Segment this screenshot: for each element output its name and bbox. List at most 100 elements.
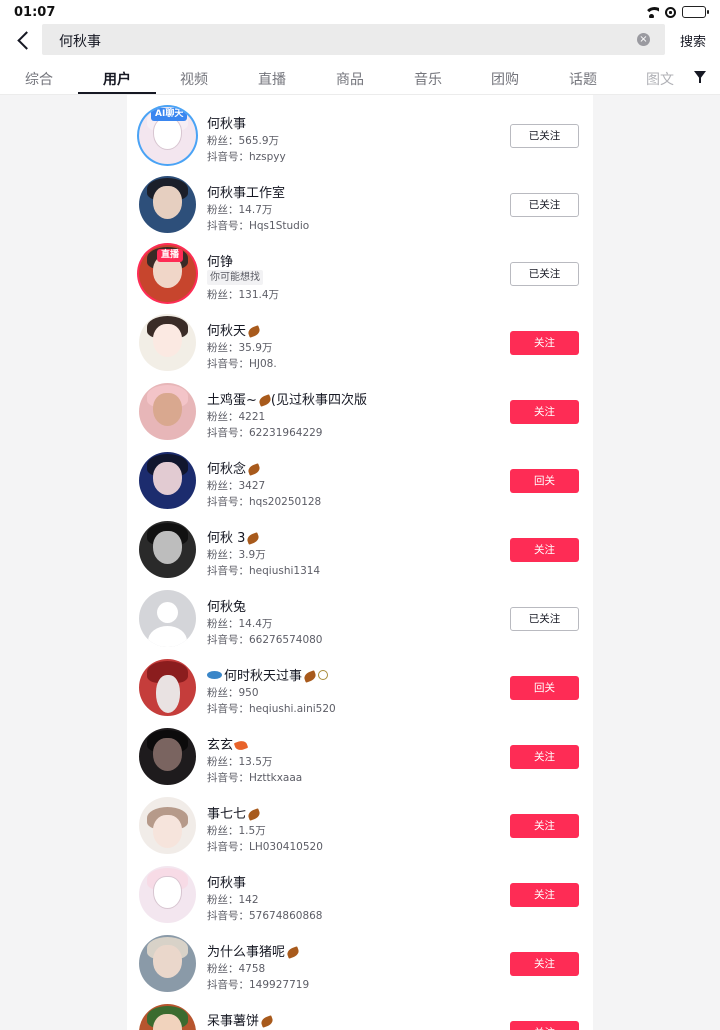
status-icons [644, 6, 709, 18]
douyin-id: 抖音号：66276574080 [207, 634, 323, 646]
avatar[interactable] [139, 935, 196, 992]
user-name: 何铮 [207, 255, 234, 270]
following-button[interactable]: 已关注 [510, 262, 579, 286]
autumn-leaf-icon [246, 325, 262, 338]
clock: 01:07 [14, 5, 56, 20]
autumn-leaf-icon [285, 946, 301, 959]
tab-bar: 综合 用户 视频 直播 商品 音乐 团购 话题 图文 [0, 58, 720, 94]
ai-chat-badge: AI聊天 [151, 108, 188, 121]
user-row[interactable]: 事七七 粉丝：1.5万 抖音号：LH030410520 关注 [127, 789, 593, 858]
follow-back-button[interactable]: 回关 [510, 469, 579, 493]
tab-live[interactable]: 直播 [258, 69, 286, 89]
follower-count: 粉丝：131.4万 [207, 289, 280, 301]
tab-posts[interactable]: 图文 [646, 69, 674, 89]
douyin-id: 抖音号：hqs20250128 [207, 496, 322, 508]
avatar[interactable] [139, 1004, 196, 1030]
user-row[interactable]: 土鸡蛋~ (见过秋事四次版 粉丝：4221 抖音号：62231964229 关注 [127, 375, 593, 444]
follower-count: 粉丝：3427 [207, 480, 266, 492]
user-row[interactable]: 何秋天 粉丝：35.9万 抖音号：HJ08. 关注 [127, 306, 593, 375]
clear-icon[interactable]: × [637, 33, 650, 46]
avatar[interactable]: 直播 [139, 245, 196, 302]
user-name: 事七七 [207, 803, 262, 822]
follow-button[interactable]: 关注 [510, 952, 579, 976]
suggestion-tag: 你可能想找 [207, 270, 263, 285]
follow-back-button[interactable]: 回关 [510, 676, 579, 700]
follower-count: 粉丝：14.7万 [207, 204, 273, 216]
top-bar: 01:07 何秋事 × 搜索 综合 用户 视频 直播 商品 音乐 团购 话题 图… [0, 0, 720, 95]
user-row[interactable]: 何秋事工作室 粉丝：14.7万 抖音号：Hqs1Studio 已关注 [127, 168, 593, 237]
avatar[interactable] [139, 176, 196, 233]
douyin-id: 抖音号：LH030410520 [207, 841, 323, 853]
default-avatar-icon [157, 602, 178, 623]
user-row[interactable]: 直播 何铮 你可能想找 粉丝：131.4万 已关注 [127, 237, 593, 306]
follow-button[interactable]: 关注 [510, 745, 579, 769]
follower-count: 粉丝：13.5万 [207, 756, 273, 768]
user-name: 何秋念 [207, 458, 262, 477]
user-row[interactable]: 何秋事 粉丝：142 抖音号：57674860868 关注 [127, 858, 593, 927]
user-row[interactable]: 呆事薯饼 关注 [127, 996, 593, 1030]
avatar[interactable]: AI聊天 [139, 107, 196, 164]
user-name: 土鸡蛋~ (见过秋事四次版 [207, 393, 367, 408]
tab-music[interactable]: 音乐 [414, 69, 442, 89]
user-row[interactable]: 何时秋天过事 粉丝：950 抖音号：heqiushi.aini520 回关 [127, 651, 593, 720]
search-button[interactable]: 搜索 [680, 31, 706, 50]
avatar[interactable] [139, 590, 196, 647]
douyin-id: 抖音号：149927719 [207, 979, 310, 991]
search-query: 何秋事 [59, 34, 101, 50]
avatar[interactable] [139, 521, 196, 578]
follow-button[interactable]: 关注 [510, 331, 579, 355]
battery-icon [682, 6, 709, 18]
user-name: 呆事薯饼 [207, 1010, 275, 1029]
user-name: 玄玄 [207, 734, 249, 753]
search-row: 何秋事 × 搜索 [0, 24, 720, 56]
filter-icon[interactable] [694, 71, 706, 83]
follow-button[interactable]: 关注 [510, 1021, 579, 1030]
live-badge: 直播 [157, 249, 184, 262]
avatar[interactable] [139, 659, 196, 716]
follower-count: 粉丝：4221 [207, 411, 266, 423]
follow-button[interactable]: 关注 [510, 400, 579, 424]
follower-count: 粉丝：14.4万 [207, 618, 273, 630]
autumn-leaf-icon [246, 532, 261, 545]
follow-button[interactable]: 关注 [510, 538, 579, 562]
user-row[interactable]: AI聊天 何秋事 粉丝：565.9万 抖音号：hzspyy 已关注 [127, 99, 593, 168]
autumn-leaf-icon [302, 670, 318, 683]
douyin-id: 抖音号：Hzttkxaaa [207, 772, 303, 784]
search-input[interactable]: 何秋事 × [42, 24, 665, 55]
tab-topics[interactable]: 话题 [569, 69, 597, 89]
douyin-id: 抖音号：heqiushi.aini520 [207, 703, 336, 715]
avatar[interactable] [139, 866, 196, 923]
user-row[interactable]: 为什么事猪呢 粉丝：4758 抖音号：149927719 关注 [127, 927, 593, 996]
status-bar: 01:07 [0, 0, 720, 26]
back-arrow-icon[interactable] [12, 27, 36, 53]
douyin-id: 抖音号：heqiushi1314 [207, 565, 321, 577]
following-button[interactable]: 已关注 [510, 607, 579, 631]
tab-products[interactable]: 商品 [336, 69, 364, 89]
tab-all[interactable]: 综合 [25, 69, 53, 89]
douyin-id: 抖音号：Hqs1Studio [207, 220, 310, 232]
follower-count: 粉丝：3.9万 [207, 549, 266, 561]
douyin-id: 抖音号：hzspyy [207, 151, 286, 163]
user-row[interactable]: 何秋念 粉丝：3427 抖音号：hqs20250128 回关 [127, 444, 593, 513]
user-name: 何秋天 [207, 320, 262, 339]
avatar[interactable] [139, 452, 196, 509]
user-row[interactable]: 何秋兔 粉丝：14.4万 抖音号：66276574080 已关注 [127, 582, 593, 651]
tab-videos[interactable]: 视频 [180, 69, 208, 89]
avatar[interactable] [139, 383, 196, 440]
tab-group-buy[interactable]: 团购 [491, 69, 519, 89]
user-row[interactable]: 何秋 3 粉丝：3.9万 抖音号：heqiushi1314 关注 [127, 513, 593, 582]
avatar[interactable] [139, 728, 196, 785]
avatar[interactable] [139, 797, 196, 854]
user-row[interactable]: 玄玄 粉丝：13.5万 抖音号：Hzttkxaaa 关注 [127, 720, 593, 789]
following-button[interactable]: 已关注 [510, 124, 579, 148]
user-name: 何秋事工作室 [207, 186, 286, 201]
follow-button[interactable]: 关注 [510, 883, 579, 907]
following-button[interactable]: 已关注 [510, 193, 579, 217]
autumn-leaf-icon [246, 808, 262, 821]
follow-button[interactable]: 关注 [510, 814, 579, 838]
autumn-leaf-icon [246, 463, 262, 476]
wifi-icon [644, 6, 659, 18]
tab-users[interactable]: 用户 [103, 69, 131, 89]
avatar[interactable] [139, 314, 196, 371]
follower-count: 粉丝：35.9万 [207, 342, 273, 354]
